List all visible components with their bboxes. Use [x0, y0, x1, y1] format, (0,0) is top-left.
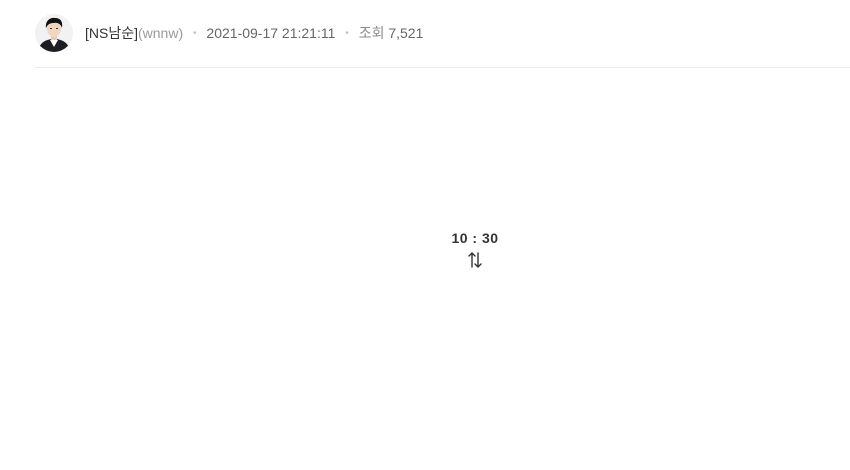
post-header: [NS남순](wnnw) • 2021-09-17 21:21:11 • 조회 … — [35, 12, 850, 68]
avatar[interactable] — [35, 14, 73, 52]
swap-arrows-icon — [468, 252, 482, 268]
post-body: 10 : 30 — [0, 228, 850, 270]
separator-dot-icon: • — [193, 28, 197, 39]
views-count: 7,521 — [388, 25, 424, 41]
views-label: 조회 — [358, 25, 385, 41]
user-avatar-icon — [35, 14, 73, 52]
post-meta: [NS남순](wnnw) • 2021-09-17 21:21:11 • 조회 … — [85, 24, 423, 43]
author-nickname[interactable]: [NS남순] — [85, 25, 138, 41]
score-text: 10 : 30 — [451, 230, 499, 246]
post-page: [NS남순](wnnw) • 2021-09-17 21:21:11 • 조회 … — [0, 0, 850, 470]
post-date: 2021-09-17 21:21:11 — [206, 25, 336, 41]
separator-dot-icon: • — [345, 28, 349, 39]
author-user-id: (wnnw) — [138, 25, 184, 41]
